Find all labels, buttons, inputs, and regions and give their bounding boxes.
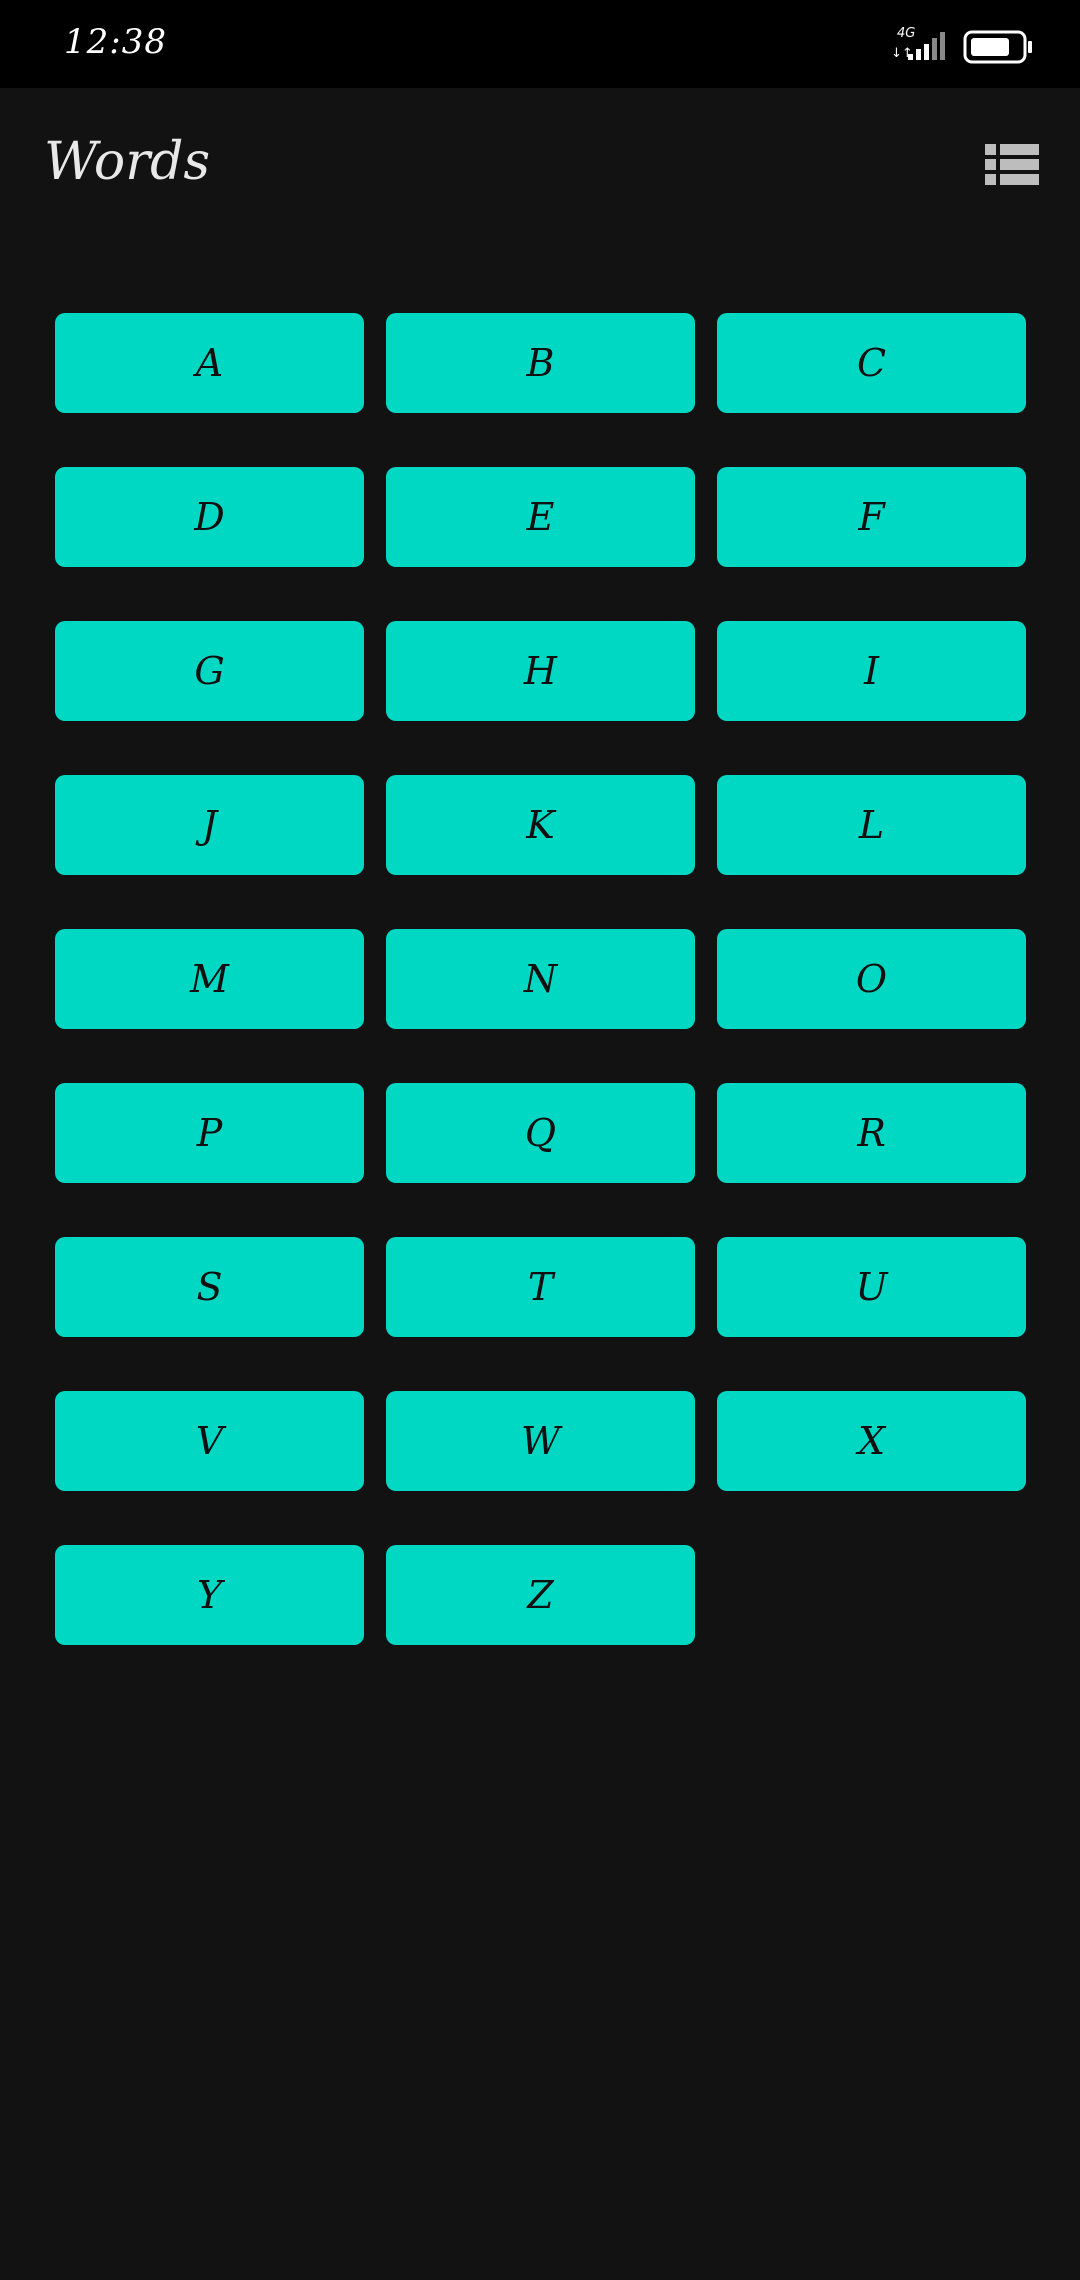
status-time: 12:38 — [64, 22, 167, 62]
list-view-icon[interactable] — [985, 142, 1039, 188]
letter-button-e[interactable]: E — [386, 467, 695, 567]
letter-button-z[interactable]: Z — [386, 1545, 695, 1645]
letter-button-a[interactable]: A — [55, 313, 364, 413]
letter-button-s[interactable]: S — [55, 1237, 364, 1337]
letter-button-c[interactable]: C — [717, 313, 1026, 413]
letter-button-i[interactable]: I — [717, 621, 1026, 721]
letter-button-q[interactable]: Q — [386, 1083, 695, 1183]
page-title: Words — [44, 132, 211, 192]
letter-button-t[interactable]: T — [386, 1237, 695, 1337]
battery-icon — [963, 30, 1032, 64]
letter-button-h[interactable]: H — [386, 621, 695, 721]
letter-button-l[interactable]: L — [717, 775, 1026, 875]
letter-button-p[interactable]: P — [55, 1083, 364, 1183]
letter-button-g[interactable]: G — [55, 621, 364, 721]
letter-button-r[interactable]: R — [717, 1083, 1026, 1183]
letter-grid: ABC DEF GHI JKL MNO PQR STU VWX YZ — [55, 313, 1026, 1645]
letter-button-f[interactable]: F — [717, 467, 1026, 567]
letter-button-m[interactable]: M — [55, 929, 364, 1029]
letter-button-u[interactable]: U — [717, 1237, 1026, 1337]
app-bar: Words — [0, 88, 1080, 248]
signal-strength-icon — [908, 32, 945, 60]
letter-button-d[interactable]: D — [55, 467, 364, 567]
letter-button-y[interactable]: Y — [55, 1545, 364, 1645]
letter-button-x[interactable]: X — [717, 1391, 1026, 1491]
letter-button-j[interactable]: J — [55, 775, 364, 875]
letter-button-o[interactable]: O — [717, 929, 1026, 1029]
status-bar: 12:38 4G ↓↑ — [0, 0, 1080, 88]
letter-button-b[interactable]: B — [386, 313, 695, 413]
letter-button-v[interactable]: V — [55, 1391, 364, 1491]
letter-button-k[interactable]: K — [386, 775, 695, 875]
letter-button-w[interactable]: W — [386, 1391, 695, 1491]
letter-button-n[interactable]: N — [386, 929, 695, 1029]
